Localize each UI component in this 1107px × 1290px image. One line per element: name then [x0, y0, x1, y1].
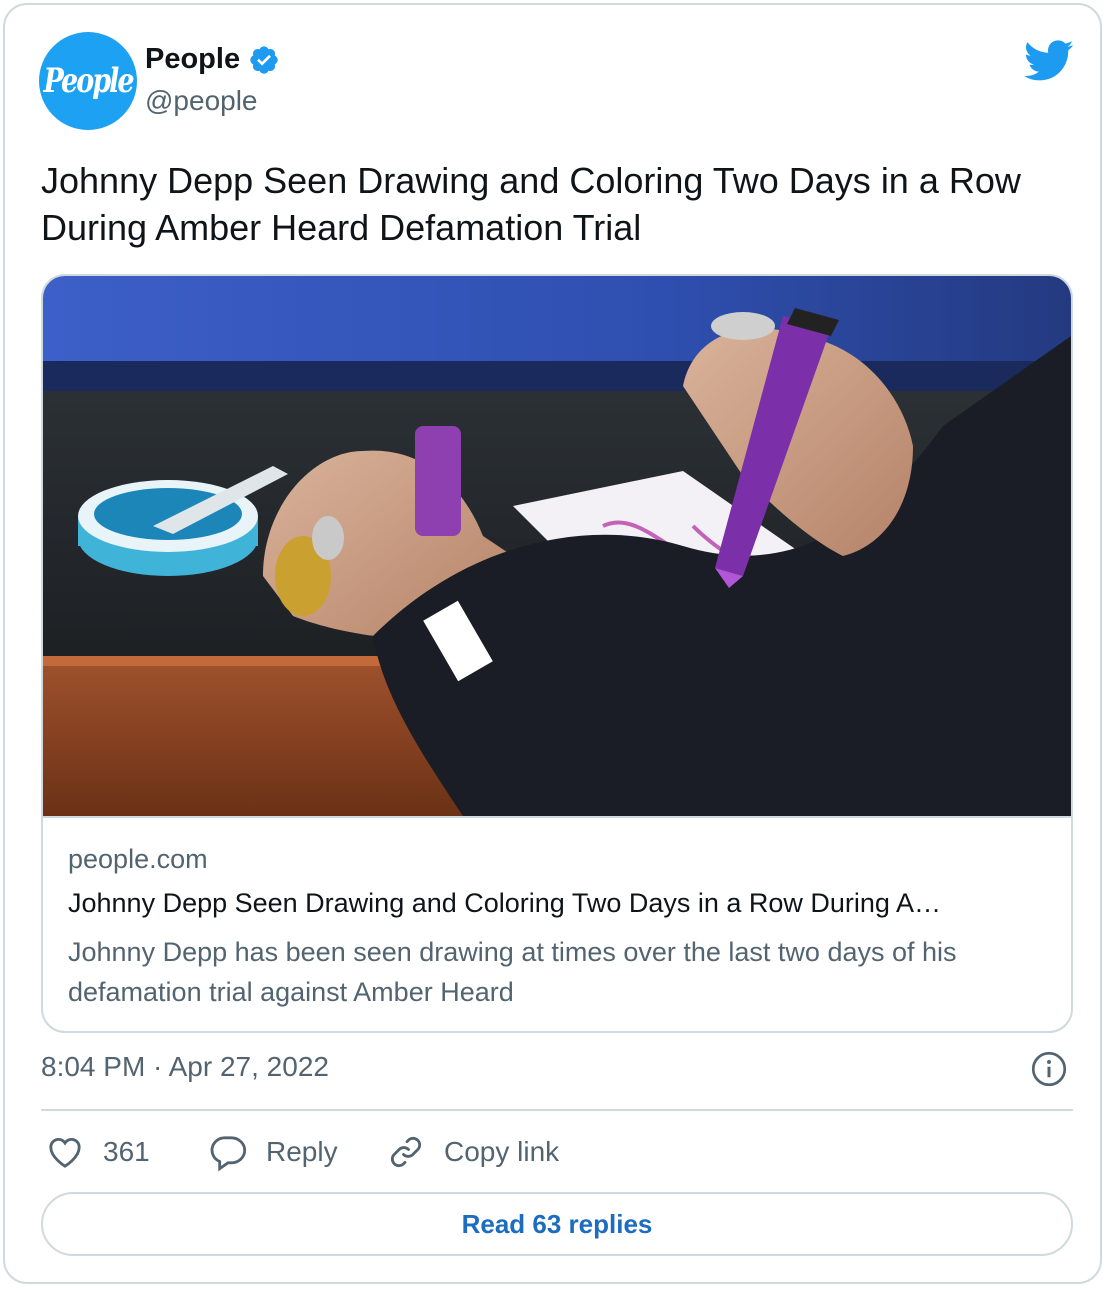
photo-divider: [43, 816, 1071, 818]
link-domain: people.com: [68, 844, 208, 874]
reply-bubble-icon: [210, 1136, 247, 1172]
heart-icon: [49, 1138, 81, 1168]
verified-badge-icon: [250, 45, 278, 74]
reply-button[interactable]: Reply: [208, 1132, 338, 1172]
link-preview-card[interactable]: people.com Johnny Depp Seen Drawing and …: [41, 274, 1073, 1033]
read-replies-button[interactable]: Read 63 replies: [41, 1192, 1073, 1256]
avatar-logo-text: People: [43, 61, 134, 101]
reply-label: Reply: [266, 1136, 338, 1167]
author-name-row: People: [145, 43, 280, 76]
info-icon[interactable]: [1031, 1051, 1067, 1087]
tweet-text: Johnny Depp Seen Drawing and Coloring Tw…: [41, 160, 1021, 248]
tweet-timestamp[interactable]: 8:04 PM · Apr 27, 2022: [41, 1051, 329, 1083]
link-description: Johnny Depp has been seen drawing at tim…: [68, 937, 957, 1007]
article-photo: [43, 276, 1071, 816]
tweet-embed-card: People People @people Johnny Depp Seen D…: [3, 3, 1102, 1284]
copy-link-button[interactable]: Copy link: [386, 1132, 559, 1172]
author-handle[interactable]: @people: [145, 85, 258, 117]
like-button[interactable]: 361: [45, 1132, 150, 1172]
avatar[interactable]: People: [39, 32, 137, 130]
link-title: Johnny Depp Seen Drawing and Coloring Tw…: [68, 888, 941, 918]
actions-divider: [41, 1109, 1073, 1111]
like-count: 361: [103, 1136, 150, 1167]
link-icon: [390, 1136, 422, 1168]
author-name[interactable]: People: [145, 43, 240, 76]
copy-link-label: Copy link: [444, 1136, 560, 1167]
twitter-bird-icon[interactable]: [1024, 40, 1074, 82]
